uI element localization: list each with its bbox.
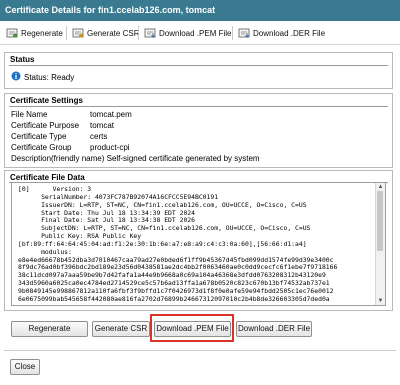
toolbar-regenerate-label: Regenerate bbox=[21, 28, 63, 38]
download-der-button[interactable]: Download .DER File bbox=[236, 321, 312, 337]
data-line: IssuerDN: L=RTP, ST=NC, CN=fin1.ccelab12… bbox=[18, 200, 307, 209]
data-line: 9b0849145e998867812a110fa6fbf3f9bffd1c7f… bbox=[18, 286, 334, 295]
toolbar-regenerate-button[interactable]: Regenerate bbox=[6, 25, 63, 41]
window-title-bar: Certificate Details for fin1.ccelab126.c… bbox=[0, 0, 400, 21]
toolbar-separator bbox=[138, 26, 139, 40]
window-title: Certificate Details for fin1.ccelab126.c… bbox=[5, 5, 216, 15]
status-text: Status: Ready bbox=[24, 72, 75, 82]
data-scrollbar[interactable]: ▲ ▼ bbox=[375, 183, 385, 305]
settings-row-file-name: File Name tomcat.pem bbox=[11, 110, 132, 119]
toolbar-generate-csr-label: Generate CSR bbox=[87, 28, 140, 38]
toolbar-separator bbox=[66, 26, 67, 40]
data-line: [0] Version: 3 bbox=[18, 185, 92, 193]
data-line: modulus: bbox=[18, 247, 72, 256]
scroll-down-icon[interactable]: ▼ bbox=[376, 297, 385, 305]
toolbar-download-pem-button[interactable]: Download .PEM File bbox=[144, 25, 231, 41]
status-section: Status Status: Ready bbox=[4, 52, 393, 89]
settings-row-group: Certificate Group product-cpi bbox=[11, 143, 130, 152]
data-line: Start Date: Thu Jul 18 13:34:39 EDT 2024 bbox=[18, 208, 195, 217]
settings-key: Certificate Group bbox=[11, 143, 72, 152]
toolbar-separator bbox=[232, 26, 233, 40]
highlight-box bbox=[150, 314, 234, 342]
regenerate-icon bbox=[6, 27, 18, 39]
generate-csr-icon bbox=[72, 27, 84, 39]
data-line: e8e4ed66678b452dba3d7010467caa79ad27e0bd… bbox=[18, 255, 334, 264]
download-der-icon bbox=[238, 27, 250, 39]
settings-value: tomcat.pem bbox=[90, 110, 132, 119]
data-line: 343d5960a6025ca0ec4784ed2714529ce5c57b6a… bbox=[18, 279, 330, 288]
settings-row-type: Certificate Type certs bbox=[11, 132, 107, 141]
scrollbar-thumb[interactable] bbox=[377, 191, 383, 251]
certificate-file-data-text: [0] Version: 3 SerialNumber: 4073FC787B9… bbox=[18, 185, 370, 304]
toolbar-download-der-button[interactable]: Download .DER File bbox=[238, 25, 325, 41]
status-row: Status: Ready bbox=[11, 71, 74, 83]
certificate-settings-section: Certificate Settings File Name tomcat.pem… bbox=[4, 93, 393, 168]
settings-heading: Certificate Settings bbox=[10, 96, 83, 105]
data-line: SerialNumber: 4073FC787B92074A16CFCC5E94… bbox=[18, 192, 219, 201]
data-line: Final Date: Sat Jul 18 13:34:38 EDT 2026 bbox=[18, 216, 195, 225]
settings-value: tomcat bbox=[90, 121, 115, 130]
toolbar-download-der-label: Download .DER File bbox=[253, 28, 326, 38]
scroll-up-icon[interactable]: ▲ bbox=[376, 183, 385, 191]
settings-value: Self-signed certificate generated by sys… bbox=[106, 154, 260, 163]
certificate-file-data-textarea[interactable]: [0] Version: 3 SerialNumber: 4073FC787B9… bbox=[11, 182, 386, 306]
data-line: 8f9dc76ad0bf396bdc2bd189e23d56d0438581ae… bbox=[18, 263, 338, 272]
divider bbox=[9, 106, 388, 107]
settings-row-description: Description(friendly name) Self-signed c… bbox=[11, 154, 260, 163]
settings-value: product-cpi bbox=[90, 143, 130, 152]
toolbar: Regenerate Generate CSR Download .PEM Fi… bbox=[0, 21, 400, 45]
settings-row-purpose: Certificate Purpose tomcat bbox=[11, 121, 114, 130]
file-data-heading: Certificate File Data bbox=[10, 173, 85, 182]
settings-key: Description(friendly name) bbox=[11, 154, 105, 163]
settings-value: certs bbox=[90, 132, 108, 141]
settings-key: File Name bbox=[11, 110, 48, 119]
regenerate-button[interactable]: Regenerate bbox=[11, 321, 88, 337]
download-pem-icon bbox=[144, 27, 156, 39]
data-line: [bf:89:ff:64:64:45:04:ad:f1:2e:30:1b:6e:… bbox=[18, 239, 307, 248]
info-icon bbox=[11, 71, 21, 83]
settings-key: Certificate Type bbox=[11, 132, 67, 141]
divider bbox=[9, 65, 388, 66]
toolbar-generate-csr-button[interactable]: Generate CSR bbox=[72, 25, 139, 41]
divider bbox=[4, 350, 396, 351]
data-line: SubjectDN: L=RTP, ST=NC, CN=fin1.ccelab1… bbox=[18, 224, 311, 233]
data-line: 38c11dcd097a7aaa59be9b7d42fafa1a44e9b966… bbox=[18, 271, 326, 280]
data-line: Public Key: RSA Public Key bbox=[18, 232, 142, 241]
status-heading: Status bbox=[10, 55, 35, 64]
close-button[interactable]: Close bbox=[10, 359, 40, 375]
data-line: 6e0675099bab545658f442080ae816fa2702d768… bbox=[18, 294, 330, 303]
generate-csr-button[interactable]: Generate CSR bbox=[92, 321, 150, 337]
settings-key: Certificate Purpose bbox=[11, 121, 80, 130]
toolbar-download-pem-label: Download .PEM File bbox=[159, 28, 232, 38]
